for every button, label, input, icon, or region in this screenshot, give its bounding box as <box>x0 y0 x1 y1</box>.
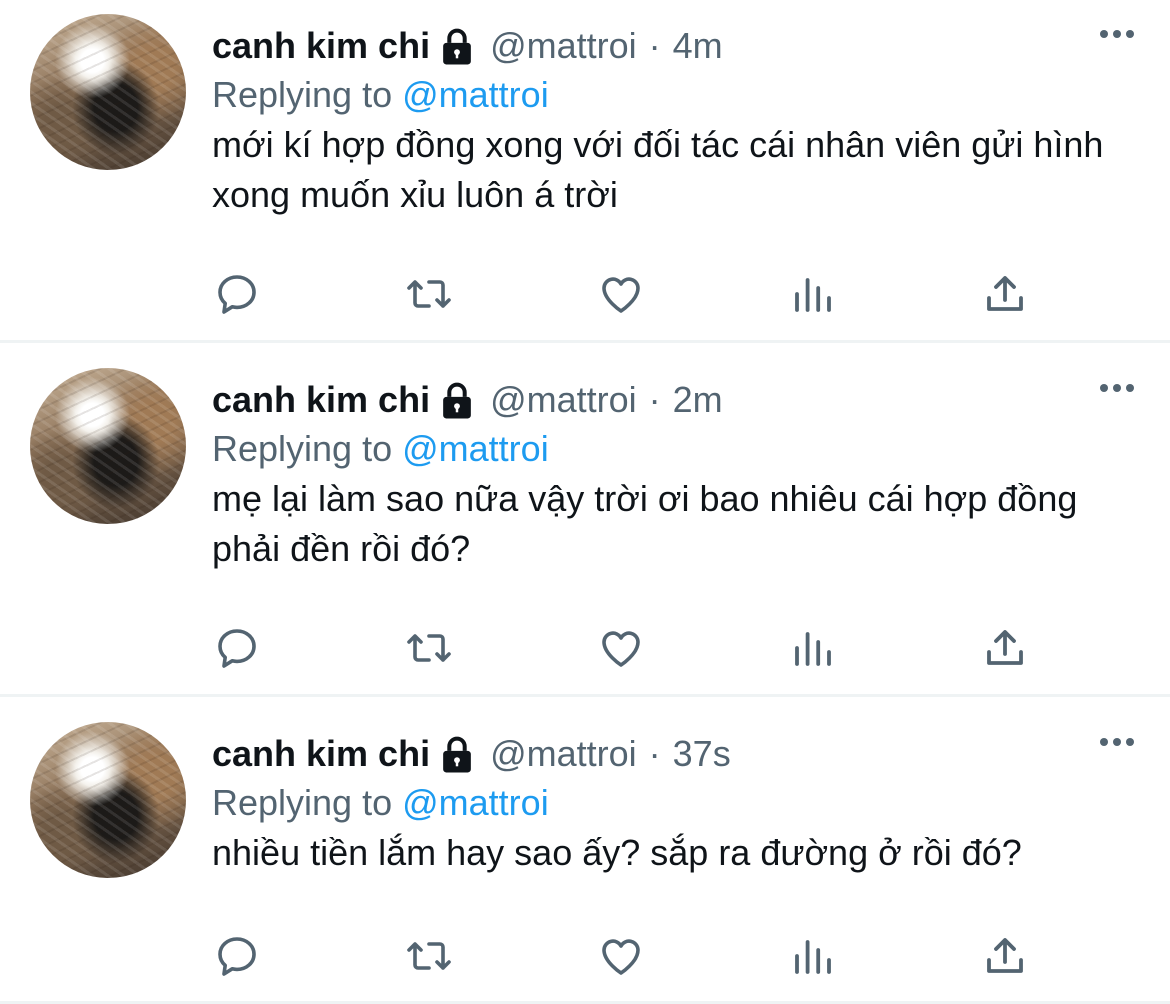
tweet-actions <box>0 264 1170 324</box>
share-icon <box>987 276 1023 311</box>
separator-dot: · <box>648 25 661 66</box>
replying-to: Replying to @mattroi <box>212 74 549 116</box>
reply-button[interactable] <box>207 618 267 678</box>
display-name[interactable]: canh kim chi <box>212 379 430 421</box>
analytics-icon <box>795 940 831 974</box>
timestamp[interactable]: 4m <box>673 25 723 67</box>
heart-icon <box>602 277 640 313</box>
tweet-header: canh kim chi @mattroi · 4m <box>212 22 723 70</box>
reply-button[interactable] <box>207 926 267 986</box>
username-handle[interactable]: @mattroi <box>490 25 637 67</box>
retweet-icon <box>407 634 451 662</box>
tweet[interactable]: canh kim chi @mattroi · 37s Replying to … <box>0 708 1170 1004</box>
avatar[interactable] <box>30 14 186 170</box>
reply-icon <box>218 275 256 314</box>
views-button[interactable] <box>783 926 843 986</box>
share-button[interactable] <box>975 618 1035 678</box>
timestamp[interactable]: 2m <box>673 379 723 421</box>
replying-to: Replying to @mattroi <box>212 782 549 824</box>
analytics-icon <box>795 632 831 666</box>
share-button[interactable] <box>975 926 1035 986</box>
display-name[interactable]: canh kim chi <box>212 733 430 775</box>
share-button[interactable] <box>975 264 1035 324</box>
more-horizontal-icon[interactable] <box>1100 30 1134 38</box>
separator-dot: · <box>648 733 661 774</box>
retweet-icon <box>407 280 451 308</box>
avatar[interactable] <box>30 368 186 524</box>
replying-to: Replying to @mattroi <box>212 428 549 470</box>
heart-icon <box>602 631 640 667</box>
like-button[interactable] <box>591 926 651 986</box>
avatar[interactable] <box>30 722 186 878</box>
share-icon <box>987 938 1023 973</box>
views-button[interactable] <box>783 618 843 678</box>
tweet-text: nhiều tiền lắm hay sao ấy? sắp ra đường … <box>212 832 1022 873</box>
replying-mention-link[interactable]: @mattroi <box>402 74 549 115</box>
reply-icon <box>218 937 256 976</box>
retweet-button[interactable] <box>399 926 459 986</box>
tweet-actions <box>0 926 1170 986</box>
like-button[interactable] <box>591 618 651 678</box>
replying-mention-link[interactable]: @mattroi <box>402 782 549 823</box>
timestamp[interactable]: 37s <box>673 733 731 775</box>
heart-icon <box>602 939 640 975</box>
tweet-header: canh kim chi @mattroi · 37s <box>212 730 731 778</box>
tweet-actions <box>0 618 1170 678</box>
views-button[interactable] <box>783 264 843 324</box>
tweet[interactable]: canh kim chi @mattroi · 2m Replying to @… <box>0 354 1170 697</box>
like-button[interactable] <box>591 264 651 324</box>
replying-label: Replying to <box>212 782 393 823</box>
retweet-button[interactable] <box>399 264 459 324</box>
share-icon <box>987 630 1023 665</box>
tweet-header: canh kim chi @mattroi · 2m <box>212 376 723 424</box>
lock-icon <box>443 28 471 65</box>
replying-label: Replying to <box>212 74 393 115</box>
retweet-icon <box>407 942 451 970</box>
retweet-button[interactable] <box>399 618 459 678</box>
tweet-text: mới kí hợp đồng xong với đối tác cái nhâ… <box>212 124 1104 215</box>
replying-mention-link[interactable]: @mattroi <box>402 428 549 469</box>
reply-icon <box>218 629 256 668</box>
replying-label: Replying to <box>212 428 393 469</box>
tweet[interactable]: canh kim chi @mattroi · 4m Replying to @… <box>0 0 1170 343</box>
username-handle[interactable]: @mattroi <box>490 733 637 775</box>
more-horizontal-icon[interactable] <box>1100 738 1134 746</box>
display-name[interactable]: canh kim chi <box>212 25 430 67</box>
analytics-icon <box>795 278 831 312</box>
lock-icon <box>443 382 471 419</box>
more-horizontal-icon[interactable] <box>1100 384 1134 392</box>
tweet-text: mẹ lại làm sao nữa vậy trời ơi bao nhiêu… <box>212 478 1078 569</box>
reply-button[interactable] <box>207 264 267 324</box>
username-handle[interactable]: @mattroi <box>490 379 637 421</box>
separator-dot: · <box>648 379 661 420</box>
lock-icon <box>443 736 471 773</box>
